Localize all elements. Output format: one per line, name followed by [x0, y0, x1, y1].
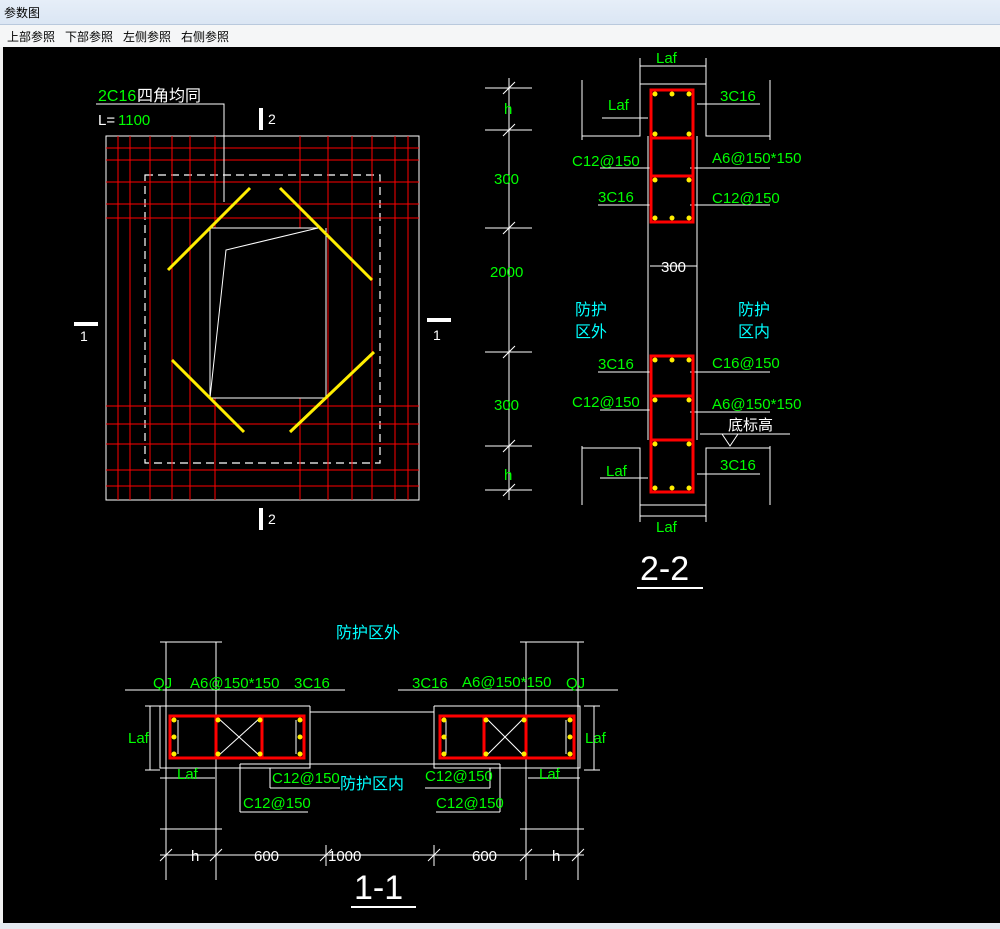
section22-bottom-elevation: 底标高 [728, 417, 773, 434]
section11-dim-h-right: h [552, 848, 560, 865]
section22-bar-dots [652, 91, 692, 491]
section11-cross-ties [177, 717, 567, 757]
section11-dim-600-right: 600 [472, 848, 497, 865]
section11-title: 1-1 [354, 869, 403, 907]
cut-label-1-right: 1 [433, 327, 441, 343]
title-bar: 参数图 [0, 0, 1000, 25]
section11-c12-right-lower: C12@150 [436, 795, 504, 812]
plan-bar-spec: 2C16 [98, 88, 136, 105]
cut-mark-2-top [259, 108, 263, 130]
section11-a6-left: A6@150*150 [190, 675, 279, 692]
plan-view: 2C16 四角均同 L= 1100 2 2 1 1 [74, 87, 451, 530]
drawing-svg: 2C16 四角均同 L= 1100 2 2 1 1 h 300 2000 300… [74, 50, 801, 908]
menu-bar: 上部参照 下部参照 左侧参照 右侧参照 [0, 25, 1000, 47]
section22-a6-upper: A6@150*150 [712, 150, 801, 167]
section11-zone-in: 防护区内 [340, 775, 404, 793]
cut-mark-1-left [74, 322, 98, 326]
section11-3c16-left: 3C16 [294, 675, 330, 692]
section22-zone-out-2: 区外 [575, 323, 607, 341]
cut-mark-2-bottom [259, 508, 263, 530]
section11-zone-out: 防护区外 [336, 624, 400, 642]
plan-leader [96, 103, 225, 202]
section22-zone-in-2: 区内 [738, 323, 770, 341]
section22-laf-top: Laf [656, 50, 678, 67]
section22-c12-lower: C12@150 [572, 394, 640, 411]
section22-rebar [649, 88, 695, 494]
section22-dimension-line [485, 78, 532, 500]
status-bar [0, 923, 1000, 929]
section22-c12-upper-left: C12@150 [572, 153, 640, 170]
section11-c12-right-upper: C12@150 [425, 768, 493, 785]
section11-qj-left: QJ [153, 675, 172, 692]
section11-c12-left-upper: C12@150 [272, 770, 340, 787]
menu-top-reference[interactable]: 上部参照 [7, 28, 55, 45]
section22-3c16-bottom: 3C16 [720, 457, 756, 474]
section11-dim-h-left: h [191, 848, 199, 865]
section22-laf-left-top: Laf [608, 97, 630, 114]
section22-zone-out-1: 防护 [575, 301, 607, 319]
plan-length-prefix: L= [98, 112, 115, 129]
section11-dim-1000: 1000 [328, 848, 361, 865]
section11-dim-600-left: 600 [254, 848, 279, 865]
cut-label-2-bottom: 2 [268, 511, 276, 527]
section-1-1: 防护区外 QJ A6@150*150 3C16 3C16 A6@150*150 … [125, 624, 618, 908]
section11-qj-right: QJ [566, 675, 585, 692]
menu-bottom-reference[interactable]: 下部参照 [65, 28, 113, 45]
section11-laf-right-vertical: Laf [585, 730, 607, 747]
section22-laf-left-bottom: Laf [606, 463, 628, 480]
section22-c12-upper-right: C12@150 [712, 190, 780, 207]
section22-laf-bottom: Laf [656, 519, 678, 536]
section22-dim-h-top: h [504, 101, 512, 118]
drawing-canvas[interactable]: 2C16 四角均同 L= 1100 2 2 1 1 h 300 2000 300… [3, 47, 1000, 923]
section22-c16-lower: C16@150 [712, 355, 780, 372]
section22-dim-300-bottom: 300 [494, 397, 519, 414]
menu-right-reference[interactable]: 右侧参照 [181, 28, 229, 45]
plan-length-value: 1100 [118, 112, 150, 129]
cut-label-1-left: 1 [80, 328, 88, 344]
section22-3c16-top: 3C16 [720, 88, 756, 105]
section11-laf-left-horizontal: Laf [177, 766, 199, 783]
window-title: 参数图 [4, 6, 41, 20]
cut-label-2-top: 2 [268, 111, 276, 127]
section11-laf-left-vertical: Laf [128, 730, 150, 747]
cut-mark-1-right [427, 318, 451, 322]
section22-dim-h-bottom: h [504, 467, 512, 484]
section-2-2: h 300 2000 300 h Laf Laf 3C16 C12@150 A6… [485, 50, 801, 589]
section22-wall-thickness: 300 [661, 259, 686, 276]
section11-laf-right-horizontal: Laf [539, 766, 561, 783]
section11-bar-dots [171, 717, 573, 757]
section22-dim-300-top: 300 [494, 171, 519, 188]
plan-bar-note: 四角均同 [137, 87, 201, 105]
section11-a6-right: A6@150*150 [462, 674, 551, 691]
section22-title: 2-2 [640, 550, 689, 588]
section11-rebar [168, 714, 576, 760]
section22-a6-lower: A6@150*150 [712, 396, 801, 413]
section22-3c16-lower: 3C16 [598, 356, 634, 373]
section22-3c16-upper: 3C16 [598, 189, 634, 206]
section22-wall-outline [581, 58, 790, 522]
section22-zone-in-1: 防护 [738, 301, 770, 319]
section22-dim-2000: 2000 [490, 264, 523, 281]
app-window: 参数图 上部参照 下部参照 左侧参照 右侧参照 2C16 四角均同 L= 110… [0, 0, 1000, 929]
section11-3c16-right: 3C16 [412, 675, 448, 692]
section11-c12-left-lower: C12@150 [243, 795, 311, 812]
menu-left-reference[interactable]: 左侧参照 [123, 28, 171, 45]
